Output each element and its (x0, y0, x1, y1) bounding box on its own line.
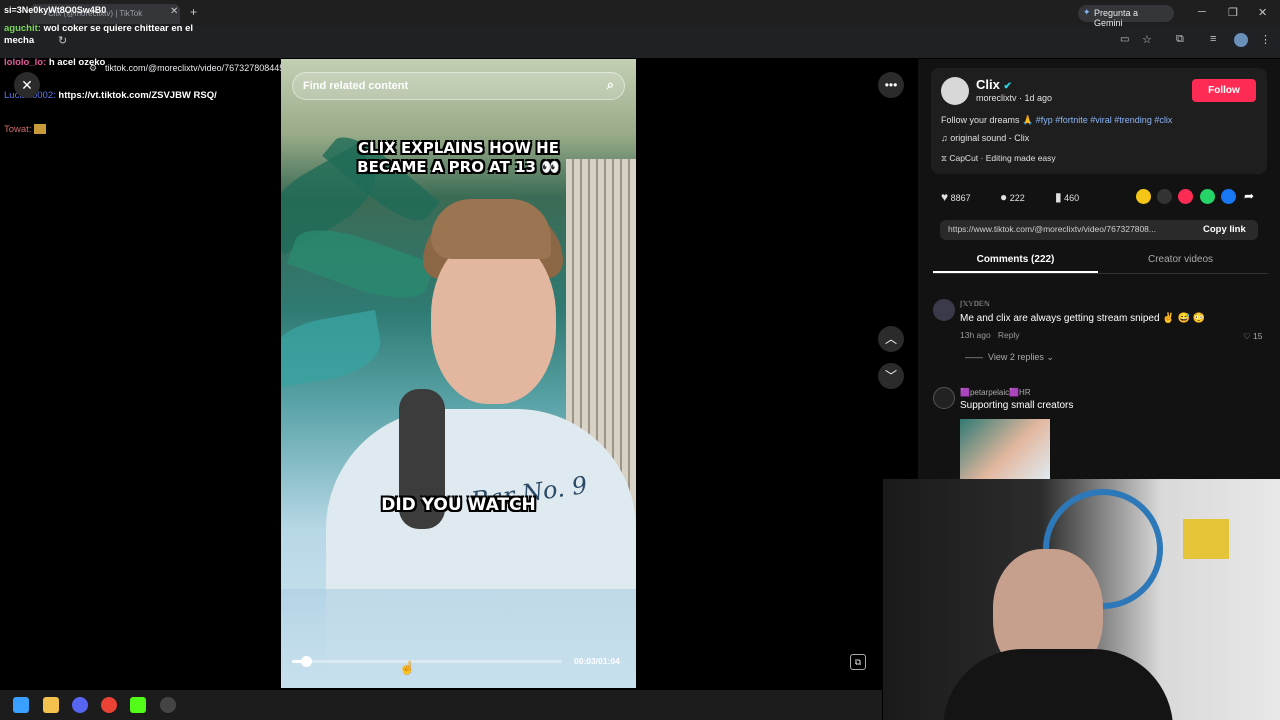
facebook-icon[interactable] (1221, 189, 1236, 204)
bookmark-star-icon[interactable]: ☆ (1142, 33, 1152, 46)
menu-icon[interactable]: ⋮ (1260, 33, 1271, 46)
comment-count: 222 (1009, 193, 1025, 203)
hashtags[interactable]: #fyp #fortnite #viral #trending #clix (1036, 115, 1173, 125)
file-explorer-icon[interactable] (43, 697, 59, 713)
discord-icon[interactable] (72, 697, 88, 713)
chat-text: h acel ozeko (48, 57, 106, 68)
chat-username: Towat: (4, 124, 32, 135)
search-input[interactable]: Find related content ⌕ (292, 72, 625, 100)
avatar[interactable] (933, 299, 955, 321)
emote-icon (34, 124, 47, 135)
copy-link-button[interactable]: Copy link (1203, 224, 1246, 235)
close-tab-icon[interactable]: ✕ (170, 6, 178, 17)
more-options-button[interactable]: ••• (878, 72, 904, 98)
heart-icon: ♥ (941, 190, 949, 204)
sound-line[interactable]: ♫ original sound - Clix (941, 133, 1029, 143)
like-count: 8867 (950, 193, 971, 203)
close-icon: ✕ (21, 77, 33, 93)
tab-creator-videos[interactable]: Creator videos (1098, 254, 1263, 265)
music-icon: ♫ (941, 133, 948, 143)
previous-video-button[interactable]: ︿ (878, 326, 904, 352)
reply-button[interactable]: Reply (998, 330, 1020, 340)
chat-message: lololo_lo: h acel ozeko (4, 57, 105, 69)
follow-button[interactable]: Follow (1192, 79, 1256, 102)
pip-icon[interactable]: ⧉ (850, 654, 866, 670)
author-meta: moreclixtv · 1d ago (976, 93, 1053, 103)
gemini-icon: ✦ (1083, 7, 1091, 17)
video-player[interactable]: Bar No. 9 CLIX EXPLAINS HOW HE BECAME A … (281, 59, 636, 688)
verified-icon: ✔ (1003, 81, 1012, 92)
chat-username: lololo_lo: (4, 57, 47, 68)
progress-bar[interactable] (292, 656, 562, 667)
comment-text: Supporting small creators (960, 400, 1074, 411)
comment-username[interactable]: 𝕁𝕏𝕐𝔻𝔼ℕ (960, 300, 990, 308)
more-icon: ••• (884, 78, 898, 92)
gemini-label: Pregunta a Gemini (1094, 8, 1139, 28)
extensions-icon[interactable]: ⧉ (1176, 33, 1184, 46)
chevron-up-icon: ︿ (884, 332, 897, 346)
heart-outline-icon: ♡ (1243, 331, 1251, 341)
poster (1183, 519, 1229, 559)
author-name[interactable]: Clix ✔ (976, 77, 1012, 92)
webcam-overlay (883, 479, 1280, 720)
video-time: 00:03/01:04 (574, 656, 620, 666)
tab-comments[interactable]: Comments (222) (933, 254, 1098, 265)
comment-thumbnail[interactable] (960, 419, 1050, 479)
share-arrow-icon[interactable]: ➦ (1244, 189, 1254, 203)
chevron-down-icon: ﹀ (884, 369, 897, 383)
author-avatar[interactable] (941, 77, 969, 105)
profile-avatar[interactable] (1234, 33, 1248, 47)
next-video-button[interactable]: ﹀ (878, 363, 904, 389)
kick-icon[interactable] (130, 697, 146, 713)
coin-share-icon[interactable] (1136, 189, 1151, 204)
window-close-icon[interactable]: ✕ (1258, 6, 1267, 19)
like-stat[interactable]: ♥ 8867 (941, 190, 971, 204)
comment-meta: 13h ago Reply (960, 330, 1020, 340)
whatsapp-icon[interactable] (1200, 189, 1215, 204)
comment-username[interactable]: 🟪petarpelaic🟪HR (960, 388, 1031, 397)
video-caption-mid: DID YOU WATCH (381, 495, 536, 515)
tab-search-icon[interactable]: ≡ (1210, 33, 1216, 45)
maximize-icon[interactable]: ❐ (1228, 6, 1238, 19)
divider (933, 273, 1268, 274)
video-caption-top: CLIX EXPLAINS HOW HE BECAME A PRO AT 13 … (357, 139, 560, 176)
chat-message: Towat: (4, 124, 47, 136)
comment-like[interactable]: ♡ 15 (1243, 331, 1262, 342)
minimize-icon[interactable]: ─ (1198, 6, 1206, 18)
chrome-icon[interactable] (101, 697, 117, 713)
save-stat[interactable]: ▮ 460 (1055, 190, 1079, 204)
avatar[interactable] (933, 387, 955, 409)
save-count: 460 (1064, 193, 1080, 203)
windows-start-icon[interactable] (13, 697, 29, 713)
streamer-body (943, 649, 1173, 720)
chat-username: aguchit: (4, 23, 41, 34)
link-url: https://www.tiktok.com/@moreclixtv/video… (948, 224, 1156, 234)
chat-message: aguchit: wol coker se quiere chittear en… (4, 23, 224, 47)
comment-icon: ● (1000, 190, 1008, 204)
close-video-button[interactable]: ✕ (14, 72, 40, 98)
gemini-button[interactable]: ✦ Pregunta a Gemini (1078, 5, 1174, 28)
app-icon[interactable] (160, 697, 176, 713)
capcut-line[interactable]: ⧖ CapCut · Editing made easy (941, 153, 1056, 164)
chat-overlay-line: si=3Ne0kyWt8O0Sw4B0 (4, 5, 107, 15)
cast-icon[interactable]: ▭ (1120, 34, 1129, 45)
capcut-icon: ⧖ (941, 153, 947, 163)
mouse-cursor-icon: ☝ (399, 660, 416, 675)
search-icon[interactable]: ⌕ (607, 77, 614, 93)
bookmark-icon: ▮ (1055, 190, 1062, 204)
progress-handle[interactable] (300, 656, 312, 667)
new-tab-icon[interactable]: + (190, 5, 197, 19)
embed-icon[interactable] (1157, 189, 1172, 204)
search-placeholder: Find related content (303, 80, 409, 92)
repost-icon[interactable] (1178, 189, 1193, 204)
video-description: Follow your dreams 🙏 #fyp #fortnite #vir… (941, 115, 1173, 125)
comment-stat[interactable]: ● 222 (1000, 190, 1025, 204)
comment-text: Me and clix are always getting stream sn… (960, 313, 1206, 324)
chat-text: https://vt.tiktok.com/ZSVJBW RSQ/ (58, 90, 217, 101)
view-replies-button[interactable]: —— View 2 replies ⌄ (965, 352, 1054, 363)
